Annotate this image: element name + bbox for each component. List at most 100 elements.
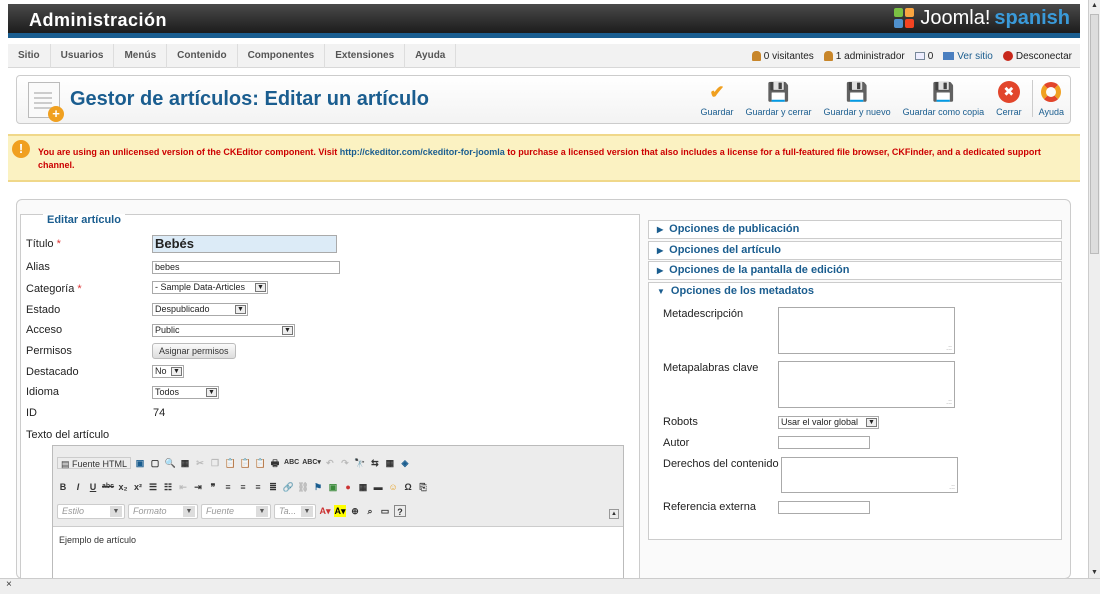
id-label: ID	[26, 407, 37, 419]
special-char-icon[interactable]: Ω	[402, 481, 414, 493]
menu-ayuda[interactable]: Ayuda	[405, 44, 457, 68]
rights-textarea[interactable]: .::	[781, 457, 958, 493]
paste-icon[interactable]: 📋	[224, 457, 236, 469]
format-combo[interactable]: Formato	[128, 503, 198, 519]
cut-icon[interactable]: ✂	[194, 457, 206, 469]
panel-article-options[interactable]: ▶ Opciones del artículo	[648, 241, 1062, 260]
logout-link[interactable]: Desconectar	[1002, 51, 1072, 62]
messages-status[interactable]: 0	[914, 51, 933, 62]
source-button[interactable]: ▤ Fuente HTML	[57, 457, 132, 469]
copy-icon[interactable]: ❐	[209, 457, 221, 469]
subscript-icon[interactable]: x₂	[117, 481, 129, 493]
state-select[interactable]: Despublicado ▼	[152, 303, 248, 316]
strike-icon[interactable]: abc	[102, 481, 114, 493]
align-right-icon[interactable]: ≡	[252, 481, 264, 493]
metadesc-textarea[interactable]: .::	[778, 307, 955, 354]
indent-icon[interactable]: ⇥	[192, 481, 204, 493]
close-button[interactable]: ✖ Cerrar	[990, 80, 1028, 117]
author-input[interactable]	[778, 436, 870, 449]
chevron-down-icon: ▼	[206, 388, 217, 397]
undo-icon[interactable]: ↶	[324, 457, 336, 469]
title-input[interactable]: Bebés	[152, 235, 337, 253]
editor-content-area[interactable]: Ejemplo de artículo	[53, 526, 623, 586]
spellcheck-icon[interactable]: ABC	[284, 457, 299, 469]
save-close-button[interactable]: 💾 Guardar y cerrar	[740, 80, 818, 118]
category-select[interactable]: - Sample Data-Articles ▼	[152, 281, 268, 294]
page-scrollbar[interactable]: ▲ ▼	[1088, 0, 1100, 578]
new-page-icon[interactable]: ▢	[149, 457, 161, 469]
xref-input[interactable]	[778, 501, 870, 514]
scroll-up-icon[interactable]: ▲	[1091, 2, 1098, 9]
close-bar-icon[interactable]: ×	[6, 579, 12, 590]
help-icon[interactable]: ?	[394, 505, 406, 517]
table-icon[interactable]: ▦	[357, 481, 369, 493]
outdent-icon[interactable]: ⇤	[177, 481, 189, 493]
panel-metadata-options[interactable]: ▼ Opciones de los metadatos	[648, 282, 1062, 301]
blockquote-icon[interactable]: ❞	[207, 481, 219, 493]
admin-title: Administración	[29, 10, 168, 30]
eraser-icon[interactable]: ◈	[399, 457, 411, 469]
save-doc-icon[interactable]: ▣	[134, 457, 146, 469]
paste-text-icon[interactable]: 📋	[239, 457, 251, 469]
underline-icon[interactable]: U	[87, 481, 99, 493]
superscript-icon[interactable]: x²	[132, 481, 144, 493]
paste-word-icon[interactable]: 📋	[254, 457, 266, 469]
show-blocks-icon[interactable]: ⌕	[364, 505, 376, 517]
style-combo[interactable]: Estilo	[57, 503, 125, 519]
help-button[interactable]: Ayuda	[1031, 80, 1070, 117]
flash-icon[interactable]: ●	[342, 481, 354, 493]
save-new-button[interactable]: 💾 Guardar y nuevo	[818, 80, 897, 118]
pagebreak-icon[interactable]: ⎘	[417, 481, 429, 493]
print-icon[interactable]: 🖶	[269, 457, 281, 469]
bold-icon[interactable]: B	[57, 481, 69, 493]
menu-componentes[interactable]: Componentes	[238, 44, 326, 68]
text-color-icon[interactable]: A▾	[319, 505, 331, 517]
readmore-icon[interactable]: ▭	[379, 505, 391, 517]
numbered-list-icon[interactable]: ☰	[147, 481, 159, 493]
align-center-icon[interactable]: ≡	[237, 481, 249, 493]
collapse-toolbar-icon[interactable]: ▲	[609, 509, 619, 519]
unlink-icon[interactable]: ⛓	[297, 481, 309, 493]
scayt-icon[interactable]: ABC▾	[302, 457, 321, 469]
panel-editing-layout-options[interactable]: ▶ Opciones de la pantalla de edición	[648, 261, 1062, 280]
image-icon[interactable]: ▣	[327, 481, 339, 493]
find-icon[interactable]: 🔭	[354, 457, 366, 469]
italic-icon[interactable]: I	[72, 481, 84, 493]
hr-icon[interactable]: ▬	[372, 481, 384, 493]
bullet-list-icon[interactable]: ☷	[162, 481, 174, 493]
select-all-icon[interactable]: ▦	[384, 457, 396, 469]
ckeditor-link[interactable]: http://ckeditor.com/ckeditor-for-joomla	[340, 147, 505, 157]
assign-permissions-button[interactable]: Asignar permisos	[152, 343, 236, 359]
templates-icon[interactable]: ▦	[179, 457, 191, 469]
menu-contenido[interactable]: Contenido	[167, 44, 238, 68]
robots-select[interactable]: Usar el valor global ▼	[778, 416, 879, 429]
align-left-icon[interactable]: ≡	[222, 481, 234, 493]
metakeys-textarea[interactable]: .::	[778, 361, 955, 408]
menu-extensiones[interactable]: Extensiones	[325, 44, 406, 68]
redo-icon[interactable]: ↷	[339, 457, 351, 469]
preview-icon[interactable]: 🔍	[164, 457, 176, 469]
save-button[interactable]: ✔ Guardar	[694, 80, 739, 118]
size-combo[interactable]: Ta...	[274, 503, 316, 519]
panel-publishing-options[interactable]: ▶ Opciones de publicación	[648, 220, 1062, 239]
font-combo[interactable]: Fuente	[201, 503, 271, 519]
justify-icon[interactable]: ≣	[267, 481, 279, 493]
scroll-down-icon[interactable]: ▼	[1091, 569, 1098, 576]
menu-menus[interactable]: Menús	[114, 44, 168, 68]
scrollbar-thumb[interactable]	[1090, 14, 1099, 254]
alias-input[interactable]: bebes	[152, 261, 340, 274]
link-icon[interactable]: 🔗	[282, 481, 294, 493]
view-site-link[interactable]: Ver sitio	[943, 51, 993, 62]
smiley-icon[interactable]: ☺	[387, 481, 399, 493]
replace-icon[interactable]: ⇆	[369, 457, 381, 469]
save-copy-button[interactable]: 💾 Guardar como copia	[897, 80, 991, 118]
page-title: Gestor de artículos: Editar un artículo	[70, 88, 429, 110]
featured-select[interactable]: No ▼	[152, 365, 184, 378]
menu-usuarios[interactable]: Usuarios	[51, 44, 115, 68]
menu-sitio[interactable]: Sitio	[8, 44, 51, 68]
language-select[interactable]: Todos ▼	[152, 386, 219, 399]
access-select[interactable]: Public ▼	[152, 324, 295, 337]
anchor-icon[interactable]: ⚑	[312, 481, 324, 493]
maximize-icon[interactable]: ⊕	[349, 505, 361, 517]
bg-color-icon[interactable]: A▾	[334, 505, 346, 517]
